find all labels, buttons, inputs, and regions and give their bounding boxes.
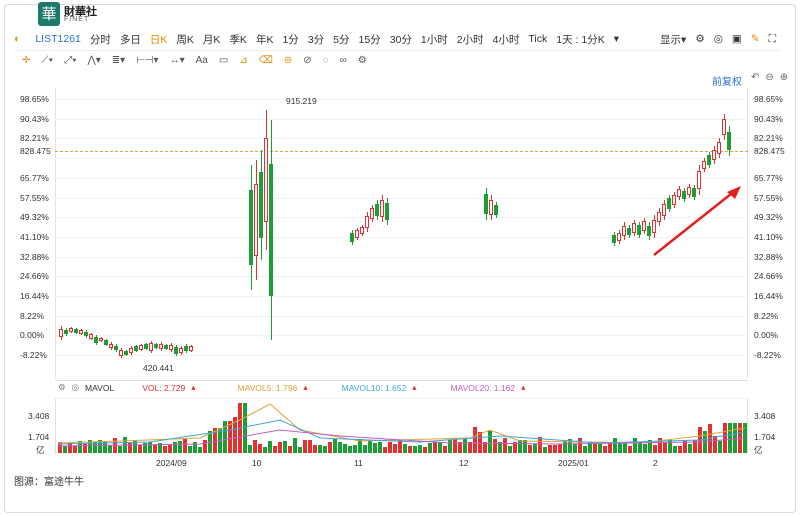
x-axis-label: 10 [252, 458, 262, 468]
x-axis-label: 2025/01 [558, 458, 589, 468]
vol-axis-label: 3.408 [754, 411, 776, 421]
vol-unit-label: 亿 [36, 445, 45, 455]
x-axis-label: 12 [459, 458, 469, 468]
x-axis-label: 2024/09 [156, 458, 187, 468]
vol-axis-label: 1.704 [28, 432, 50, 442]
x-axis-label: 2 [653, 458, 658, 468]
volume-ma-lines [57, 403, 746, 447]
vol-unit-label: 亿 [754, 445, 763, 455]
image-source: 图源：富途牛牛 [14, 477, 84, 488]
vol-axis-label: 1.704 [754, 432, 776, 442]
x-axis-label: 11 [354, 458, 363, 468]
vol-axis-label: 3.408 [28, 411, 50, 421]
volume-ma-line [57, 429, 746, 447]
volume-ma-line [57, 403, 746, 444]
